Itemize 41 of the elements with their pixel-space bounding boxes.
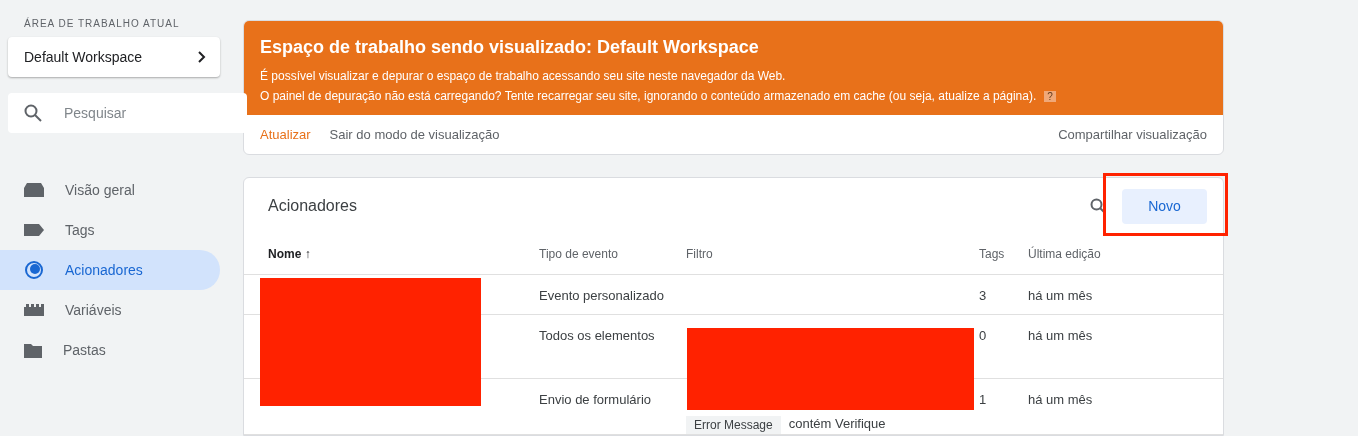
inbox-icon — [24, 182, 44, 198]
new-button[interactable]: Novo — [1122, 188, 1207, 224]
share-link[interactable]: Compartilhar visualização — [1058, 127, 1207, 142]
table-cell-text: Evento personalizado — [539, 288, 666, 305]
table-cell-text: 3 — [979, 288, 988, 305]
column-header: Tipo de evento — [539, 247, 619, 261]
banner-text: É possível visualizar e depurar o espaço de trabalho acessando seu site neste navegador da Web. — [260, 69, 786, 83]
chevron-right-icon — [198, 51, 206, 63]
card-title: Acionadores — [268, 197, 358, 215]
banner-link[interactable]: Atualizar — [260, 127, 311, 142]
filter-condition: contém Verifique — [788, 416, 886, 431]
table-cell-text: Envio de formulário — [539, 392, 652, 409]
table-cell-text: há um mês — [1028, 392, 1094, 409]
tag-icon — [24, 224, 44, 236]
column-header[interactable]: Nome ↑ — [268, 247, 539, 261]
nav-item[interactable]: Acionadores — [0, 250, 220, 290]
banner-text: O painel de depuração não está carregando? Tente recarregar seu site, ignorando o conteúdo armazenado em cache (ou seja, atualize a página). — [260, 89, 1037, 103]
trigger-icon — [24, 260, 44, 280]
table-cell-text: há um mês — [1028, 288, 1094, 305]
banner-link[interactable]: Sair do modo de visualização — [329, 127, 500, 142]
nav-item[interactable]: Tags — [0, 210, 220, 250]
table-cell-text: 0 — [979, 328, 988, 345]
table-cell-text: 1 — [979, 392, 988, 409]
search-icon — [24, 104, 42, 122]
search-field[interactable]: Pesquisar — [8, 93, 247, 133]
search-icon[interactable] — [1090, 198, 1106, 214]
column-header: Tags — [979, 247, 1006, 261]
filter-chip: Error Message — [686, 416, 781, 434]
workspace-selector[interactable]: Default Workspace — [8, 37, 220, 77]
table-cell-text: há um mês — [1028, 328, 1094, 345]
blocks-icon — [24, 304, 44, 316]
nav-item[interactable]: Variáveis — [0, 290, 220, 330]
nav-item[interactable]: Visão geral — [0, 170, 220, 210]
help-icon[interactable]: ? — [1044, 90, 1056, 102]
folder-icon — [24, 342, 42, 358]
workspace-label: ÁREA DE TRABALHO ATUAL — [24, 18, 181, 29]
table-cell-text: Todos os elementos — [539, 328, 656, 345]
column-header: Filtro — [686, 247, 714, 261]
nav-item[interactable]: Pastas — [0, 330, 220, 370]
column-header: Última edição — [1028, 247, 1102, 261]
banner-title: Espaço de trabalho sendo visualizado: Default Workspace — [260, 37, 760, 58]
